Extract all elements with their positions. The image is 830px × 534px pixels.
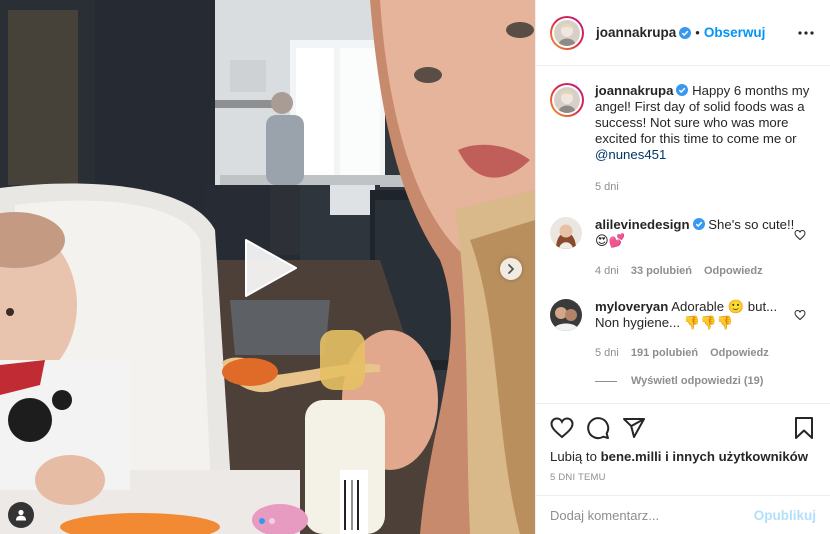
reply-button[interactable]: Odpowiedz	[710, 345, 769, 361]
bookmark-icon[interactable]	[792, 416, 816, 440]
likes-summary: Lubią to bene.milli i innych użytkownikó…	[550, 449, 816, 464]
comment-likes-count[interactable]: 33 polubień	[631, 263, 692, 279]
likes-suffix-link[interactable]: i innych użytkowników	[665, 449, 808, 464]
carousel-dot-2	[269, 518, 275, 524]
heart-outline-icon[interactable]	[794, 229, 806, 241]
caption-meta: 5 dni	[595, 179, 813, 195]
comment-icon[interactable]	[586, 416, 610, 440]
post-media-video[interactable]	[0, 0, 535, 534]
add-comment-section: Opublikuj	[536, 495, 830, 534]
heart-outline-icon[interactable]	[794, 309, 806, 321]
more-options-button[interactable]	[794, 21, 818, 45]
profile-photo	[554, 19, 580, 46]
instagram-post: joannakrupa • Obserwuj joannakrupa Happy…	[0, 0, 830, 534]
caption-mention-link[interactable]: @nunes451	[595, 147, 666, 162]
action-icons-row	[550, 404, 816, 448]
replies-divider	[595, 380, 617, 382]
share-icon[interactable]	[622, 416, 646, 440]
comment-input[interactable]	[550, 507, 754, 523]
tagged-users-button[interactable]	[8, 502, 34, 528]
more-horizontal-icon	[798, 30, 814, 35]
carousel-next-button[interactable]	[500, 258, 522, 280]
caption-username[interactable]: joannakrupa	[595, 83, 673, 98]
person-icon	[16, 509, 26, 521]
post-header: joannakrupa • Obserwuj	[536, 0, 830, 66]
verified-badge-icon	[679, 26, 692, 39]
chevron-right-icon	[508, 264, 514, 274]
comment-item: myloveryan Adorable 🙂 but... Non hygiene…	[550, 299, 816, 361]
caption-text-block: joannakrupa Happy 6 months my angel! Fir…	[595, 83, 813, 163]
follow-button[interactable]: Obserwuj	[704, 25, 766, 40]
post-timestamp[interactable]: 5 DNI TEMU	[550, 472, 816, 483]
reply-button[interactable]: Odpowiedz	[704, 263, 763, 279]
author-username[interactable]: joannakrupa	[596, 25, 676, 40]
comment-meta: 4 dni 33 polubień Odpowiedz	[595, 263, 795, 279]
likes-prefix: Lubią to	[550, 449, 597, 464]
profile-photo	[550, 217, 582, 249]
post-caption: joannakrupa Happy 6 months my angel! Fir…	[550, 83, 816, 195]
post-details-panel: joannakrupa • Obserwuj joannakrupa Happy…	[535, 0, 830, 534]
liked-by-username[interactable]: bene.milli	[601, 449, 662, 464]
header-separator: •	[695, 25, 700, 40]
publish-button[interactable]: Opublikuj	[754, 508, 816, 523]
comment-likes-count[interactable]: 191 polubień	[631, 345, 698, 361]
post-actions: Lubią to bene.milli i innych użytkownikó…	[536, 403, 830, 483]
play-icon[interactable]	[236, 236, 300, 300]
caption-age[interactable]: 5 dni	[595, 179, 619, 195]
verified-badge-icon	[692, 218, 705, 230]
carousel-dot-1	[259, 518, 265, 524]
caption-author-avatar[interactable]	[550, 83, 584, 117]
view-replies-label: Wyświetl odpowiedzi (19)	[631, 375, 764, 387]
profile-photo	[554, 87, 580, 113]
profile-photo	[550, 299, 582, 331]
comment-text-block: alilevinedesign She's so cute!!😍💕	[595, 217, 795, 249]
carousel-indicator	[259, 518, 275, 524]
comment-text-block: myloveryan Adorable 🙂 but... Non hygiene…	[595, 299, 795, 331]
comment-item: alilevinedesign She's so cute!!😍💕 4 dni …	[550, 217, 816, 279]
comment-username[interactable]: myloveryan	[595, 299, 668, 314]
commenter-avatar[interactable]	[550, 299, 582, 331]
heart-icon[interactable]	[550, 416, 574, 440]
author-avatar[interactable]	[550, 15, 584, 50]
view-replies-button[interactable]: Wyświetl odpowiedzi (19)	[595, 375, 816, 387]
comment-age[interactable]: 5 dni	[595, 345, 619, 361]
verified-badge-icon	[676, 84, 689, 96]
comments-list[interactable]: joannakrupa Happy 6 months my angel! Fir…	[536, 67, 830, 403]
comment-meta: 5 dni 191 polubień Odpowiedz	[595, 345, 795, 361]
commenter-avatar[interactable]	[550, 217, 582, 249]
comment-age[interactable]: 4 dni	[595, 263, 619, 279]
comment-username[interactable]: alilevinedesign	[595, 217, 690, 232]
